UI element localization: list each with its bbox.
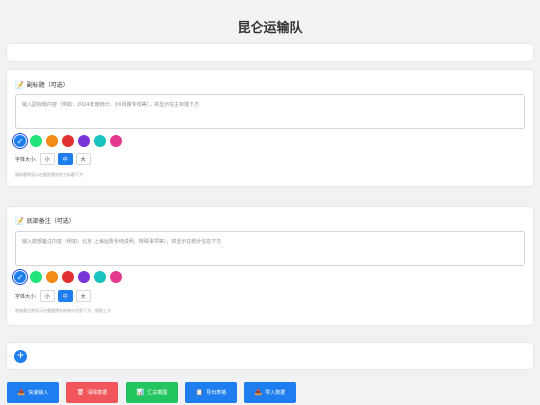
clipboard-icon: 📋 (195, 389, 204, 396)
color-swatch-teal[interactable] (94, 271, 106, 283)
footer-color-picker: ✓ (12, 269, 122, 285)
footer-note-label: 📝 底部备注（可选） (15, 216, 75, 226)
inbox-icon: 📥 (17, 389, 26, 396)
color-swatch-blue-selected[interactable]: ✓ (12, 133, 28, 149)
import-data-button[interactable]: 📥 导入数据 (244, 382, 296, 403)
trash-icon: 🗑 (76, 389, 85, 396)
footer-note-card: 📝 底部备注（可选） 输入底部备注内容（例如：北京-上海运费专线说明、特殊事项等… (7, 207, 533, 325)
subtitle-font-size: 字体大小: 小 中 大 (15, 153, 91, 165)
color-swatch-pink[interactable] (110, 271, 122, 283)
size-medium-button[interactable]: 中 (57, 153, 73, 165)
color-swatch-green[interactable] (30, 271, 42, 283)
color-swatch-orange[interactable] (46, 271, 58, 283)
footer-note-input[interactable]: 输入底部备注内容（例如：北京-上海运费专线说明、特殊事项等），将显示在统计信息下… (15, 231, 525, 266)
color-swatch-green[interactable] (30, 135, 42, 147)
size-small-button[interactable]: 小 (39, 290, 55, 302)
memo-icon: 📝 (15, 80, 24, 89)
color-swatch-purple[interactable] (78, 271, 90, 283)
size-large-button[interactable]: 大 (75, 290, 91, 302)
size-small-button[interactable]: 小 (39, 153, 55, 165)
color-swatch-pink[interactable] (110, 135, 122, 147)
font-size-label: 字体大小: (15, 156, 37, 163)
page-title: 昆仑运输队 (237, 21, 303, 36)
color-swatch-teal[interactable] (94, 135, 106, 147)
subtitle-hint: 副标题将显示在截图预览的主标题下方 (15, 172, 83, 177)
quick-input-button[interactable]: 📥 快速输入 (7, 382, 59, 403)
color-swatch-red[interactable] (62, 271, 74, 283)
color-swatch-red[interactable] (62, 135, 74, 147)
clear-data-button[interactable]: 🗑 清除数据 (66, 382, 118, 403)
subtitle-label: 📝 副标题（可选） (15, 80, 69, 90)
size-medium-button[interactable]: 中 (57, 290, 73, 302)
add-button[interactable]: + (14, 350, 27, 363)
color-swatch-orange[interactable] (46, 135, 58, 147)
subtitle-card: 📝 副标题（可选） 输入副标题内容（例如：2024年度统计、XX线路专线等），将… (7, 70, 533, 186)
top-card (7, 44, 533, 61)
memo-icon: 📝 (15, 216, 24, 225)
size-large-button[interactable]: 大 (75, 153, 91, 165)
download-icon: 📥 (254, 389, 263, 396)
export-table-button[interactable]: 📋 导出表格 (185, 382, 237, 403)
color-swatch-purple[interactable] (78, 135, 90, 147)
chart-icon: 📊 (136, 389, 145, 396)
subtitle-color-picker: ✓ (12, 133, 122, 149)
subtitle-input[interactable]: 输入副标题内容（例如：2024年度统计、XX线路专线等），将显示在主标题下方 (15, 94, 525, 129)
summary-screenshot-button[interactable]: 📊 汇总截图 (126, 382, 178, 403)
add-card: + (7, 343, 533, 369)
footer-note-hint: 底部备注将显示在截图预览的统计信息下方、版权上方 (15, 308, 111, 313)
color-swatch-blue-selected[interactable]: ✓ (12, 269, 28, 285)
footer-font-size: 字体大小: 小 中 大 (15, 290, 91, 302)
font-size-label: 字体大小: (15, 293, 37, 300)
